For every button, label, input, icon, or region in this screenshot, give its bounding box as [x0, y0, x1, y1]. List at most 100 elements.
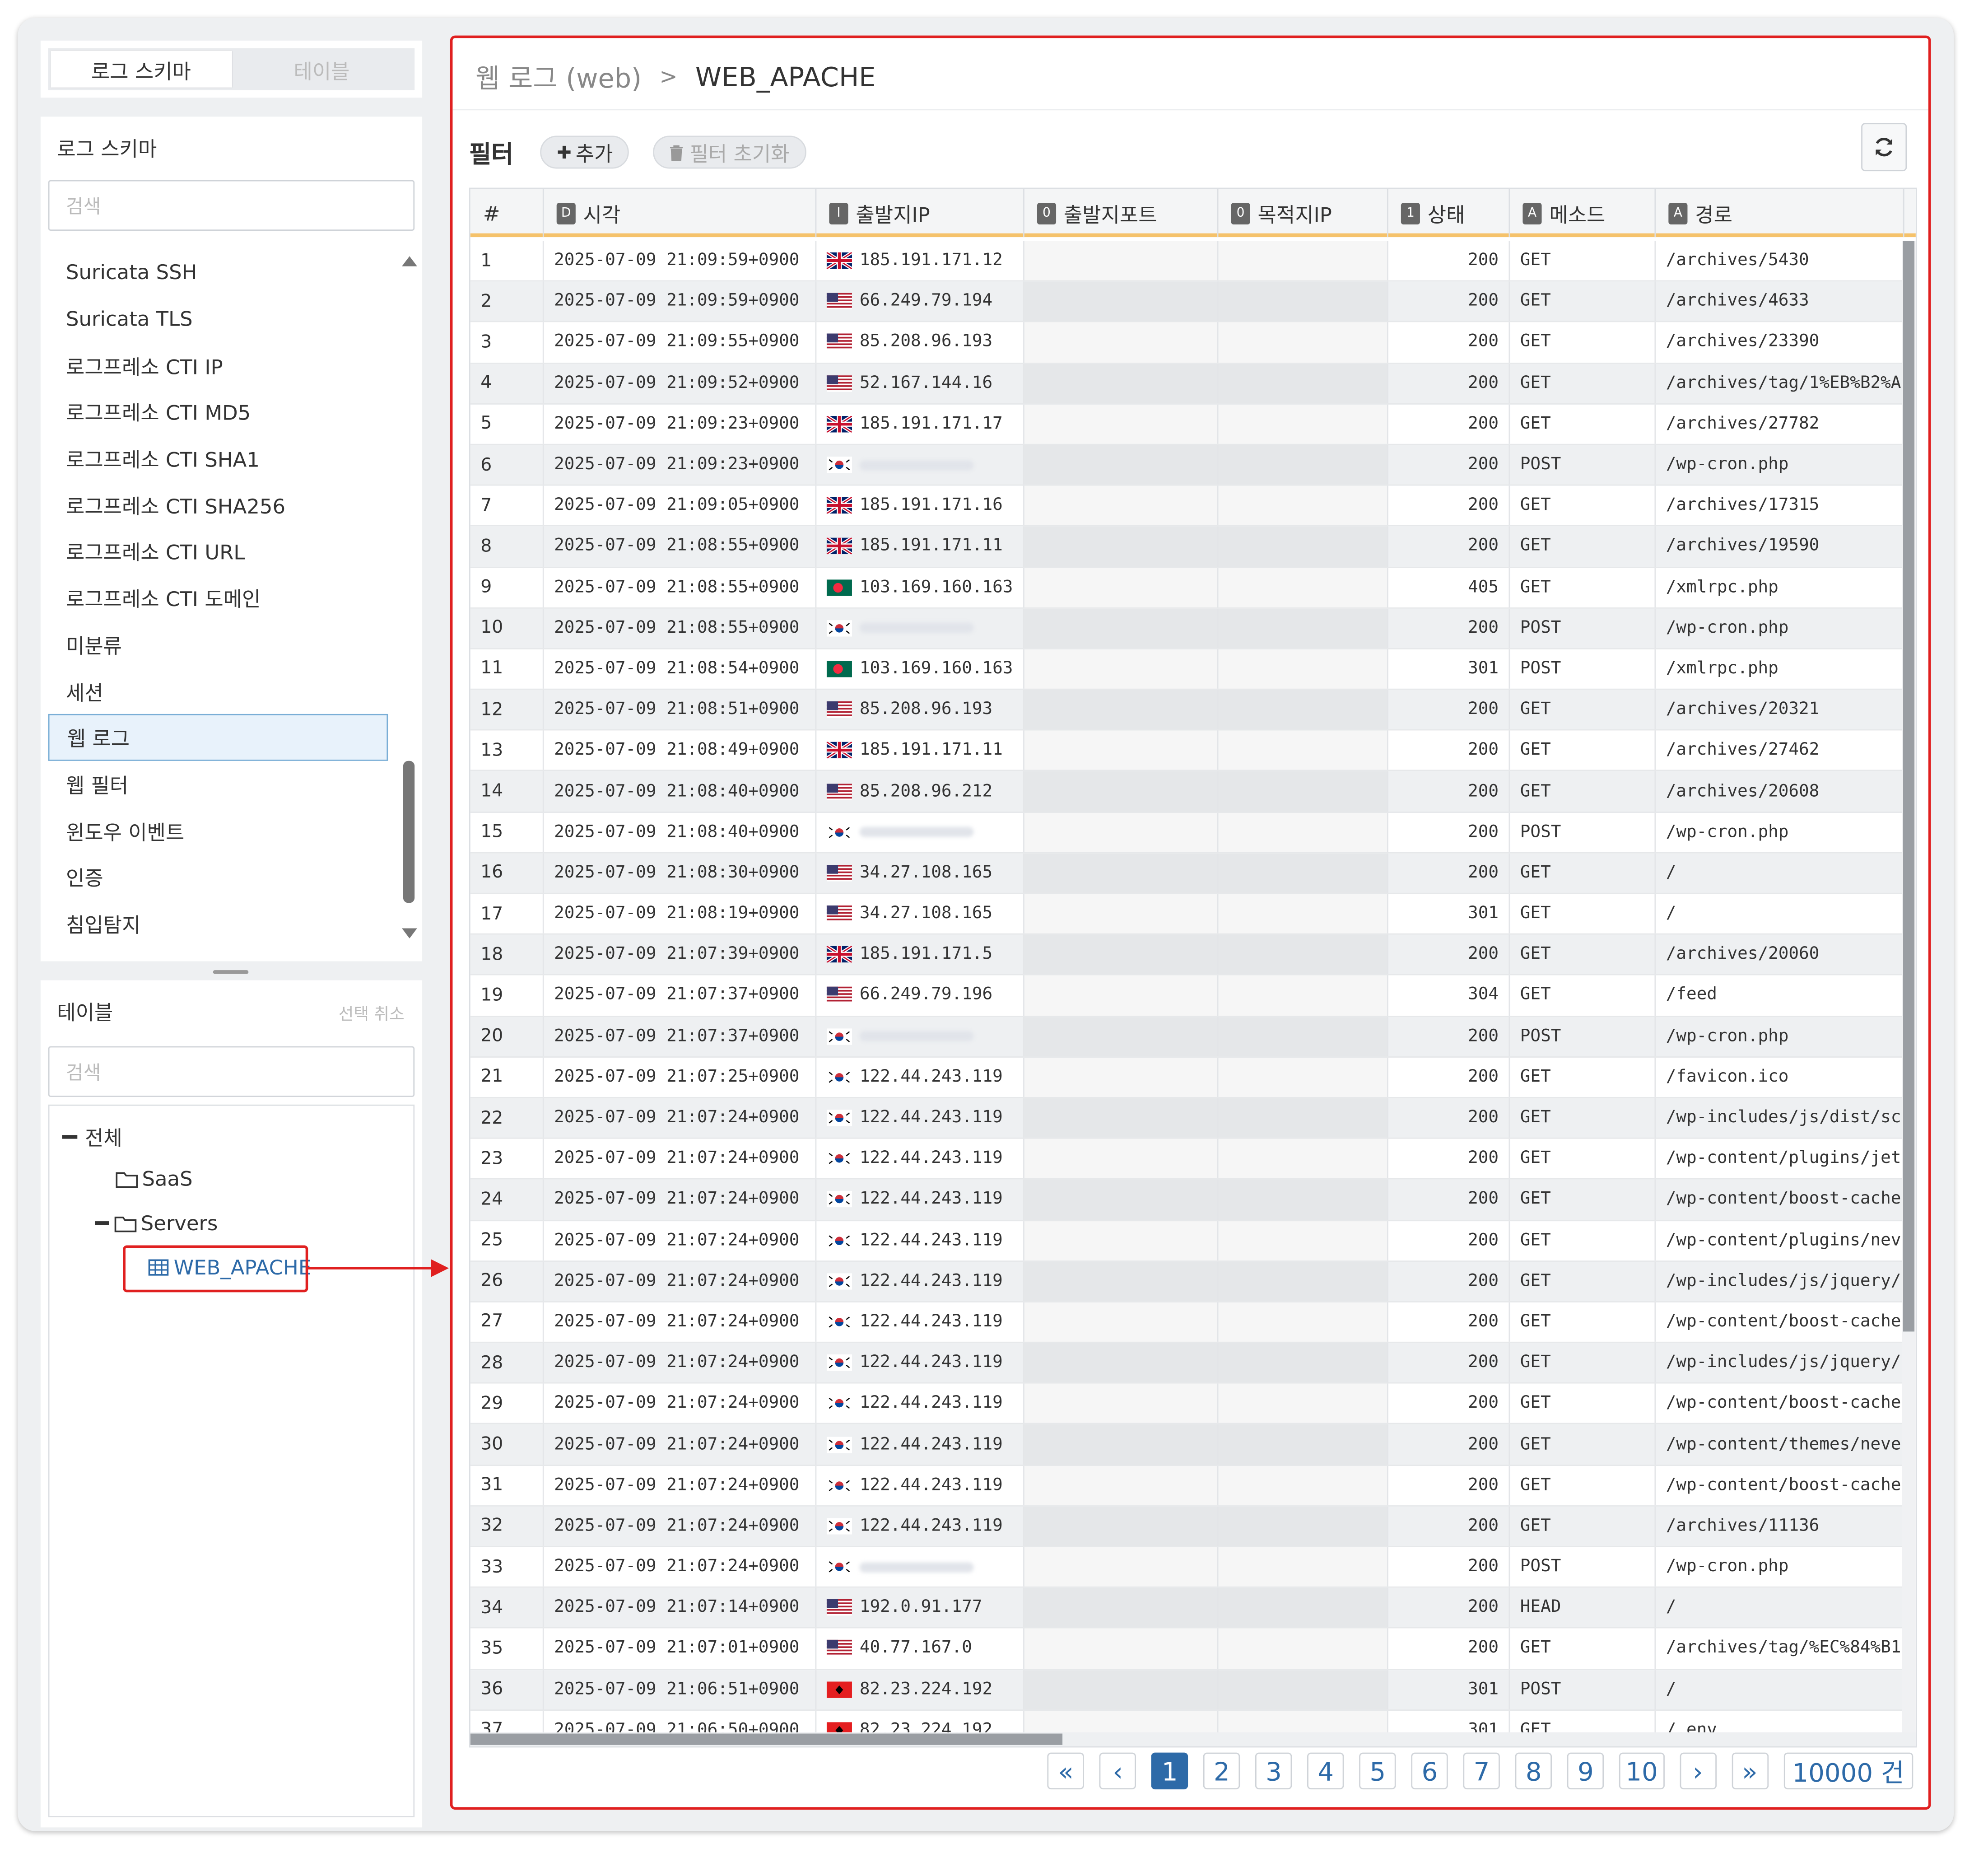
page-button[interactable]: 4 [1307, 1752, 1344, 1790]
schema-item[interactable]: 웹 필터 [48, 761, 398, 807]
table-row[interactable]: 33 2025-07-09 21:07:24+0900 200 POST/wp-cro… [470, 1547, 1904, 1588]
refresh-button[interactable] [1861, 123, 1907, 172]
page-button[interactable]: 1 [1151, 1752, 1188, 1790]
schema-search-input[interactable]: 검색 [48, 180, 415, 231]
table-row[interactable]: 14 2025-07-09 21:08:40+0900 85.208.96.212 2… [470, 771, 1904, 812]
page-button[interactable]: 8 [1515, 1752, 1552, 1790]
breadcrumb-parent[interactable]: 웹 로그 (web) [475, 58, 642, 96]
tab-log-schema[interactable]: 로그 스키마 [51, 51, 232, 88]
column-header[interactable]: D 시각 [544, 189, 817, 238]
table-search-input[interactable]: 검색 [48, 1046, 415, 1097]
deselect-link[interactable]: 선택 취소 [339, 1001, 405, 1025]
table-row[interactable]: 12 2025-07-09 21:08:51+0900 85.208.96.193 2… [470, 690, 1904, 731]
column-header[interactable]: 0 목적지IP [1218, 189, 1388, 238]
scrollbar-thumb[interactable] [470, 1733, 1063, 1745]
scrollbar-thumb[interactable] [1903, 241, 1915, 1332]
grid-vertical-scrollbar[interactable] [1902, 241, 1916, 1746]
table-row[interactable]: 28 2025-07-09 21:07:24+0900 122.44.243.119… [470, 1343, 1904, 1384]
schema-scrollbar[interactable] [400, 248, 417, 943]
collapse-icon[interactable] [62, 1134, 78, 1139]
page-button[interactable]: 10 [1619, 1752, 1664, 1790]
table-row[interactable]: 17 2025-07-09 21:08:19+0900 34.27.108.165 3… [470, 894, 1904, 935]
scroll-down-icon[interactable] [402, 928, 417, 938]
table-row[interactable]: 22 2025-07-09 21:07:24+0900 122.44.243.119… [470, 1098, 1904, 1139]
table-row[interactable]: 30 2025-07-09 21:07:24+0900 122.44.243.119… [470, 1424, 1904, 1466]
page-button[interactable]: 5 [1359, 1752, 1397, 1790]
table-row[interactable]: 9 2025-07-09 21:08:55+0900 103.169.160.163… [470, 567, 1904, 608]
table-row[interactable]: 29 2025-07-09 21:07:24+0900 122.44.243.119… [470, 1384, 1904, 1425]
schema-item[interactable]: 미분류 [48, 621, 398, 667]
table-row[interactable]: 2 2025-07-09 21:09:59+0900 66.249.79.194 20… [470, 281, 1904, 323]
table-row[interactable]: 7 2025-07-09 21:09:05+0900 185.191.171.16 2… [470, 485, 1904, 527]
tree-node-saas[interactable]: SaaS [116, 1167, 193, 1191]
table-row[interactable]: 35 2025-07-09 21:07:01+0900 40.77.167.0 200… [470, 1629, 1904, 1670]
source-ip-value: 185.191.171.11 [859, 537, 1003, 556]
table-row[interactable]: 36 2025-07-09 21:06:51+0900 82.23.224.192 3… [470, 1669, 1904, 1711]
schema-item[interactable]: 세션 [48, 667, 398, 714]
table-row[interactable]: 27 2025-07-09 21:07:24+0900 122.44.243.119… [470, 1302, 1904, 1343]
column-header[interactable]: 1 상태 [1388, 189, 1510, 238]
table-row[interactable]: 6 2025-07-09 21:09:23+0900 200 POST/wp-cron… [470, 445, 1904, 486]
collapse-icon[interactable] [95, 1221, 109, 1225]
table-row[interactable]: 25 2025-07-09 21:07:24+0900 122.44.243.119… [470, 1220, 1904, 1262]
column-header[interactable]: 0 출발지포트 [1024, 189, 1219, 238]
schema-item[interactable]: 로그프레소 CTI URL [48, 527, 398, 574]
cell-path: /wp-content/boost-cache [1656, 1465, 1904, 1505]
column-header[interactable]: I 출발지IP [816, 189, 1024, 238]
column-header[interactable]: A 메소드 [1510, 189, 1656, 238]
table-row[interactable]: 34 2025-07-09 21:07:14+0900 192.0.91.177 20… [470, 1588, 1904, 1629]
page-button[interactable]: 6 [1411, 1752, 1448, 1790]
schema-item[interactable]: 웹 로그 [48, 714, 388, 761]
schema-item[interactable]: 인증 [48, 854, 398, 900]
page-button[interactable]: 7 [1463, 1752, 1500, 1790]
table-row[interactable]: 15 2025-07-09 21:08:40+0900 200 POST/wp-cro… [470, 812, 1904, 854]
table-row[interactable]: 1 2025-07-09 21:09:59+0900 185.191.171.12 2… [470, 241, 1904, 282]
table-row[interactable]: 24 2025-07-09 21:07:24+0900 122.44.243.119… [470, 1180, 1904, 1221]
cell-destination-ip [1218, 1506, 1388, 1546]
page-button[interactable]: 2 [1203, 1752, 1240, 1790]
tab-table[interactable]: 테이블 [231, 51, 412, 87]
grid-horizontal-scrollbar[interactable] [470, 1732, 1916, 1746]
next-page-button[interactable]: › [1679, 1752, 1716, 1790]
table-row[interactable]: 18 2025-07-09 21:07:39+0900 185.191.171.5 2… [470, 935, 1904, 976]
table-row[interactable]: 4 2025-07-09 21:09:52+0900 52.167.144.16 20… [470, 363, 1904, 405]
schema-item[interactable]: 로그프레소 CTI SHA256 [48, 481, 398, 527]
first-page-button[interactable]: « [1047, 1752, 1085, 1790]
schema-item[interactable]: Suricata TLS [48, 295, 398, 341]
table-row[interactable]: 10 2025-07-09 21:08:55+0900 200 POST/wp-cro… [470, 608, 1904, 649]
schema-item[interactable]: 침입탐지 [48, 900, 398, 947]
scrollbar-thumb[interactable] [403, 761, 415, 903]
schema-item[interactable]: 로그프레소 CTI MD5 [48, 388, 398, 434]
table-row[interactable]: 31 2025-07-09 21:07:24+0900 122.44.243.119… [470, 1465, 1904, 1507]
table-row[interactable]: 3 2025-07-09 21:09:55+0900 85.208.96.193 20… [470, 322, 1904, 364]
table-row[interactable]: 20 2025-07-09 21:07:37+0900 200 POST/wp-cro… [470, 1016, 1904, 1058]
table-row[interactable]: 21 2025-07-09 21:07:25+0900 122.44.243.119… [470, 1057, 1904, 1098]
table-row[interactable]: 11 2025-07-09 21:08:54+0900 103.169.160.16… [470, 649, 1904, 690]
table-row[interactable]: 19 2025-07-09 21:07:37+0900 66.249.79.196 3… [470, 976, 1904, 1017]
prev-page-button[interactable]: ‹ [1099, 1752, 1136, 1790]
reset-filter-button[interactable]: 필터 초기화 [653, 135, 806, 169]
table-row[interactable]: 13 2025-07-09 21:08:49+0900 185.191.171.11… [470, 731, 1904, 772]
column-header[interactable]: A 경로 [1656, 189, 1904, 238]
schema-item[interactable]: 로그프레소 CTI IP [48, 341, 398, 388]
tree-node-servers[interactable]: Servers [95, 1211, 218, 1235]
schema-item[interactable]: 윈도우 이벤트 [48, 807, 398, 854]
page-button[interactable]: 3 [1255, 1752, 1292, 1790]
table-row[interactable]: 8 2025-07-09 21:08:55+0900 185.191.171.11 2… [470, 527, 1904, 568]
cell-source-port [1024, 1465, 1219, 1505]
table-row[interactable]: 32 2025-07-09 21:07:24+0900 122.44.243.119… [470, 1506, 1904, 1547]
table-row[interactable]: 26 2025-07-09 21:07:24+0900 122.44.243.119… [470, 1261, 1904, 1302]
tree-node-root[interactable]: 전체 [62, 1121, 122, 1151]
table-row[interactable]: 23 2025-07-09 21:07:24+0900 122.44.243.119… [470, 1139, 1904, 1180]
column-header[interactable]: # [470, 189, 544, 238]
page-button[interactable]: 9 [1567, 1752, 1604, 1790]
panel-resize-handle[interactable] [213, 970, 249, 974]
last-page-button[interactable]: » [1731, 1752, 1769, 1790]
table-row[interactable]: 16 2025-07-09 21:08:30+0900 34.27.108.165 2… [470, 853, 1904, 894]
schema-item[interactable]: Suricata SSH [48, 248, 398, 295]
schema-item[interactable]: 로그프레소 CTI SHA1 [48, 434, 398, 481]
add-filter-button[interactable]: 추가 [540, 135, 630, 169]
scroll-up-icon[interactable] [402, 256, 417, 266]
table-row[interactable]: 5 2025-07-09 21:09:23+0900 185.191.171.17 2… [470, 404, 1904, 445]
schema-item[interactable]: 로그프레소 CTI 도메인 [48, 574, 398, 621]
